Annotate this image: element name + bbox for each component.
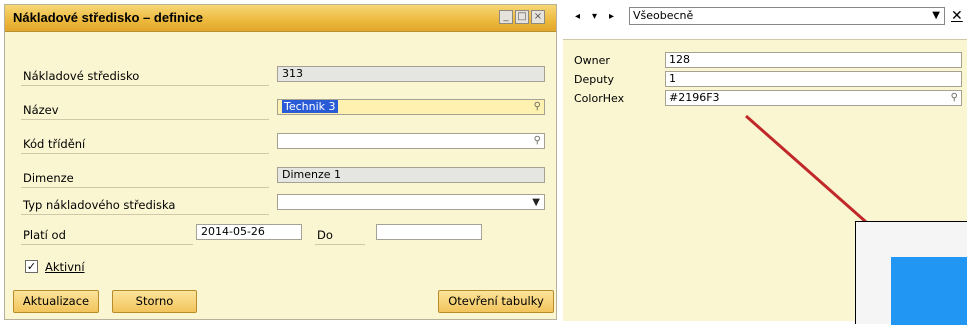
color-preview	[855, 221, 967, 325]
color-swatch	[891, 257, 967, 325]
annotation-arrow	[745, 114, 896, 248]
